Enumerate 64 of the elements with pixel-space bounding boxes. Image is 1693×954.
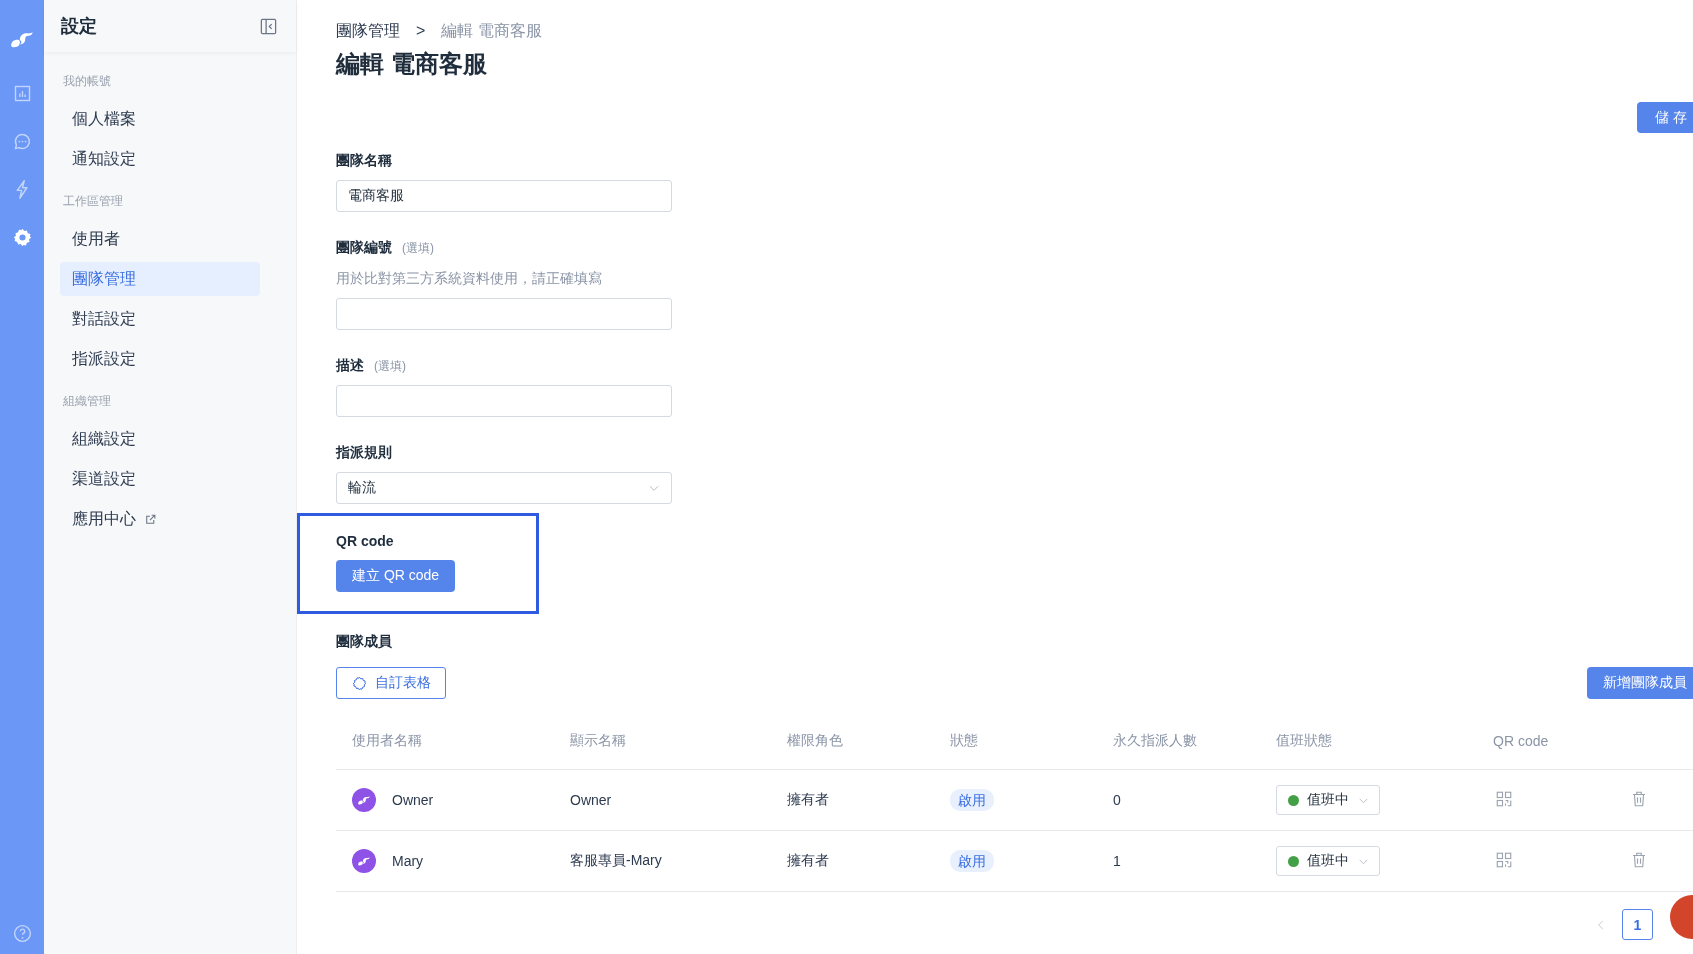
customize-table-button[interactable]: 自訂表格: [336, 667, 446, 699]
role: 擁有者: [787, 791, 830, 809]
add-member-button[interactable]: 新增團隊成員: [1587, 667, 1693, 699]
text-field[interactable]: [336, 385, 672, 417]
permanent-count: 0: [1113, 792, 1122, 808]
section-label: 團隊成員: [336, 632, 393, 651]
sidebar-item[interactable]: 通知設定: [60, 142, 260, 176]
username: Mary: [392, 853, 424, 869]
sidebar-section-label: 工作區管理: [62, 193, 124, 210]
sidebar-item[interactable]: 對話設定: [60, 302, 260, 336]
field-label: 描述: [336, 356, 364, 375]
sidebar-section-label: 我的帳號: [62, 73, 112, 90]
help-icon[interactable]: [11, 923, 33, 944]
select-field[interactable]: 輪流: [336, 472, 672, 504]
delete-icon[interactable]: [1630, 789, 1648, 808]
column-header: 永久指派人數: [1113, 732, 1198, 750]
page-button[interactable]: 1: [1622, 909, 1653, 940]
field-label: 團隊名稱: [336, 151, 392, 170]
field-label: QR code: [336, 532, 395, 551]
sidebar-item[interactable]: 組織設定: [60, 422, 260, 456]
qr-code-icon[interactable]: [1495, 850, 1513, 869]
collapse-sidebar-icon[interactable]: [259, 16, 278, 36]
delete-icon[interactable]: [1630, 850, 1648, 869]
column-header: QR code: [1493, 733, 1550, 749]
settings-icon[interactable]: [11, 227, 33, 248]
field-label: 指派規則: [336, 443, 392, 462]
save-button[interactable]: 儲 存: [1637, 102, 1693, 133]
optional-note: (選填): [402, 240, 434, 257]
breadcrumb-separator: >: [416, 21, 426, 41]
sidebar-item[interactable]: 渠道設定: [60, 462, 260, 496]
status-badge: 啟用: [950, 850, 994, 872]
sidebar-section-label: 組織管理: [62, 393, 112, 410]
field-label: 團隊編號: [336, 238, 392, 257]
sidebar-item[interactable]: 應用中心: [72, 508, 136, 530]
avatar: [352, 849, 376, 873]
page-title: 編輯 電商客服: [336, 49, 488, 79]
avatar: [352, 788, 376, 812]
qr-code-icon[interactable]: [1495, 789, 1513, 808]
column-header: 使用者名稱: [352, 732, 423, 750]
column-header: 權限角色: [787, 732, 844, 750]
sidebar-item[interactable]: 使用者: [60, 222, 260, 256]
role: 擁有者: [787, 852, 830, 870]
breadcrumb-item: 編輯 電商客服: [441, 21, 542, 41]
permanent-count: 1: [1113, 853, 1122, 869]
status-badge: 啟用: [950, 789, 994, 811]
username: Owner: [392, 792, 434, 808]
duty-status-dropdown[interactable]: 值班中: [1276, 846, 1380, 876]
sidebar-item[interactable]: 指派設定: [60, 342, 260, 376]
sidebar-title: 設定: [61, 15, 97, 38]
create-qr-code-button[interactable]: 建立 QR code: [336, 560, 456, 592]
text-field[interactable]: [336, 298, 672, 330]
display-name: 客服專員-Mary: [570, 852, 663, 870]
text-field[interactable]: 電商客服: [336, 180, 672, 212]
column-header: 值班狀態: [1276, 732, 1333, 750]
optional-note: (選填): [374, 358, 406, 375]
field-hint: 用於比對第三方系統資料使用，請正確填寫: [336, 269, 603, 288]
sidebar-item[interactable]: 團隊管理: [60, 262, 260, 296]
column-header: 顯示名稱: [570, 732, 627, 750]
duty-status-dropdown[interactable]: 值班中: [1276, 785, 1380, 815]
settings-icon: [352, 675, 367, 691]
breadcrumb-item[interactable]: 團隊管理: [336, 19, 400, 43]
column-header: 狀態: [950, 732, 979, 750]
display-name: Owner: [570, 792, 613, 808]
sidebar-item[interactable]: 個人檔案: [60, 102, 260, 136]
